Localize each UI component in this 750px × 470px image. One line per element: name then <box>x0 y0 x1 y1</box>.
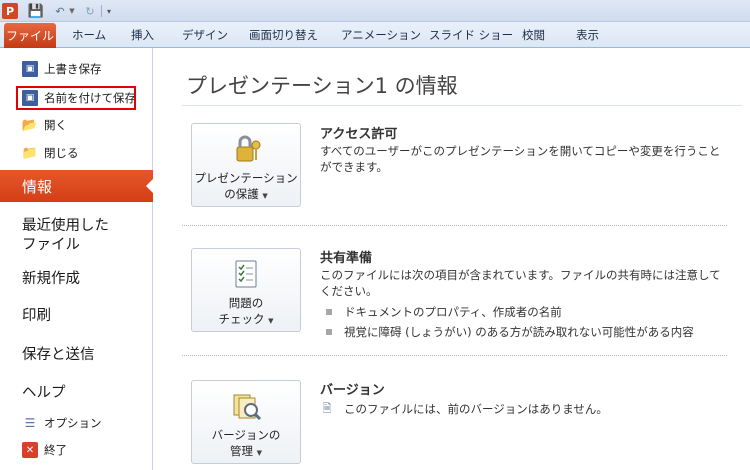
bullet-square-icon <box>326 329 332 335</box>
tab-transitions[interactable]: 画面切り替え <box>249 27 318 43</box>
options-command[interactable]: ☰ オプション <box>0 412 153 434</box>
tab-home[interactable]: ホーム <box>72 27 106 43</box>
section-divider <box>182 355 727 356</box>
document-version-icon: 🗎 <box>322 401 332 415</box>
versions-line: 🗎 このファイルには、前のバージョンはありません。 <box>320 401 608 417</box>
exit-command[interactable]: ✕ 終了 <box>0 439 153 461</box>
versions-icon <box>229 389 263 423</box>
tab-review[interactable]: 校閲 <box>522 27 545 43</box>
title-divider <box>182 105 742 106</box>
exit-icon: ✕ <box>22 442 38 458</box>
exit-label: 終了 <box>44 443 67 457</box>
tab-view[interactable]: 表示 <box>576 27 599 43</box>
list-item: ドキュメントのプロパティ、作成者の名前 <box>326 304 562 320</box>
dropdown-arrow-icon: ▼ <box>262 192 268 200</box>
redo-icon[interactable]: ↻ <box>82 3 98 19</box>
close-command[interactable]: 📁 閉じる <box>0 142 153 164</box>
ribbon-tabs: ファイル ホーム 挿入 デザイン 画面切り替え アニメーション スライド ショー… <box>0 22 750 48</box>
list-item: 視覚に障碍 (しょうがい) のある方が読み取れない可能性がある内容 <box>326 324 694 340</box>
dropdown-arrow-icon: ▼ <box>268 317 274 325</box>
save-icon: ▣ <box>22 61 38 77</box>
nav-help[interactable]: ヘルプ <box>0 381 153 402</box>
lock-key-icon <box>229 132 263 166</box>
info-pane: プレゼンテーション1 の情報 プレゼンテーション の保護 ▼ アクセス許可 すべ… <box>154 48 750 470</box>
permissions-heading: アクセス許可 <box>320 127 398 142</box>
backstage-nav: ▣ 上書き保存 ▣ 名前を付けて保存 📂 開く 📁 閉じる 情報 最近使用した … <box>0 48 154 470</box>
nav-recent-line1[interactable]: 最近使用した <box>0 214 153 235</box>
close-label: 閉じる <box>44 146 79 160</box>
prepare-sharing-heading: 共有準備 <box>320 251 373 266</box>
tab-insert[interactable]: 挿入 <box>131 27 154 43</box>
customize-icon[interactable]: ▾ <box>104 3 114 19</box>
versions-heading: バージョン <box>320 383 385 398</box>
nav-save-send[interactable]: 保存と送信 <box>0 343 153 364</box>
protect-presentation-button[interactable]: プレゼンテーション の保護 ▼ <box>191 123 301 207</box>
nav-recent-line2[interactable]: ファイル <box>0 233 153 254</box>
save-icon[interactable]: 💾 <box>28 3 44 19</box>
checklist-icon <box>229 257 263 291</box>
check-issues-button[interactable]: 問題の チェック ▼ <box>191 248 301 332</box>
save-command[interactable]: ▣ 上書き保存 <box>0 58 153 80</box>
manage-versions-button[interactable]: バージョンの 管理 ▼ <box>191 380 301 464</box>
protect-button-line2: の保護 <box>224 187 259 201</box>
undo-icon[interactable]: ↶ <box>52 3 68 19</box>
versions-button-line1: バージョンの <box>211 428 281 442</box>
tab-animations[interactable]: アニメーション <box>341 27 421 43</box>
permissions-text: すべてのユーザーがこのプレゼンテーションを開いてコピーや変更を行うことができます… <box>320 144 721 174</box>
section-divider <box>182 225 727 226</box>
open-folder-icon: 📂 <box>21 117 39 133</box>
nav-print[interactable]: 印刷 <box>0 304 153 325</box>
options-label: オプション <box>44 416 102 430</box>
versions-button-line2: 管理 <box>229 444 253 458</box>
nav-info[interactable]: 情報 <box>0 170 154 202</box>
check-button-line1: 問題の <box>228 296 264 310</box>
tab-slideshow[interactable]: スライド ショー <box>429 27 513 43</box>
bullet-text: ドキュメントのプロパティ、作成者の名前 <box>344 305 562 319</box>
options-icon: ☰ <box>24 416 36 430</box>
toolbar-separator <box>101 5 102 17</box>
prepare-sharing-text: このファイルには次の項目が含まれています。ファイルの共有時には注意してください。 <box>320 268 721 298</box>
tab-design[interactable]: デザイン <box>182 27 228 43</box>
highlight-box <box>16 86 136 110</box>
tab-file[interactable]: ファイル <box>4 23 56 48</box>
bullet-square-icon <box>326 309 332 315</box>
open-command[interactable]: 📂 開く <box>0 114 153 136</box>
undo-dropdown-icon[interactable]: ▼ <box>68 3 76 19</box>
dropdown-arrow-icon: ▼ <box>256 449 263 457</box>
nav-new[interactable]: 新規作成 <box>0 267 153 288</box>
check-button-line2: チェック <box>218 312 265 326</box>
powerpoint-app-icon[interactable]: P <box>2 3 18 19</box>
versions-text: このファイルには、前のバージョンはありません。 <box>344 402 608 416</box>
protect-button-line1: プレゼンテーション <box>194 171 298 185</box>
close-folder-icon: 📁 <box>21 145 39 161</box>
bullet-text: 視覚に障碍 (しょうがい) のある方が読み取れない可能性がある内容 <box>344 325 694 339</box>
quick-access-toolbar: P 💾 ↶ ▼ ↻ ▾ <box>0 0 750 22</box>
save-label: 上書き保存 <box>44 62 102 76</box>
open-label: 開く <box>44 118 67 132</box>
page-title: プレゼンテーション1 の情報 <box>186 74 458 98</box>
